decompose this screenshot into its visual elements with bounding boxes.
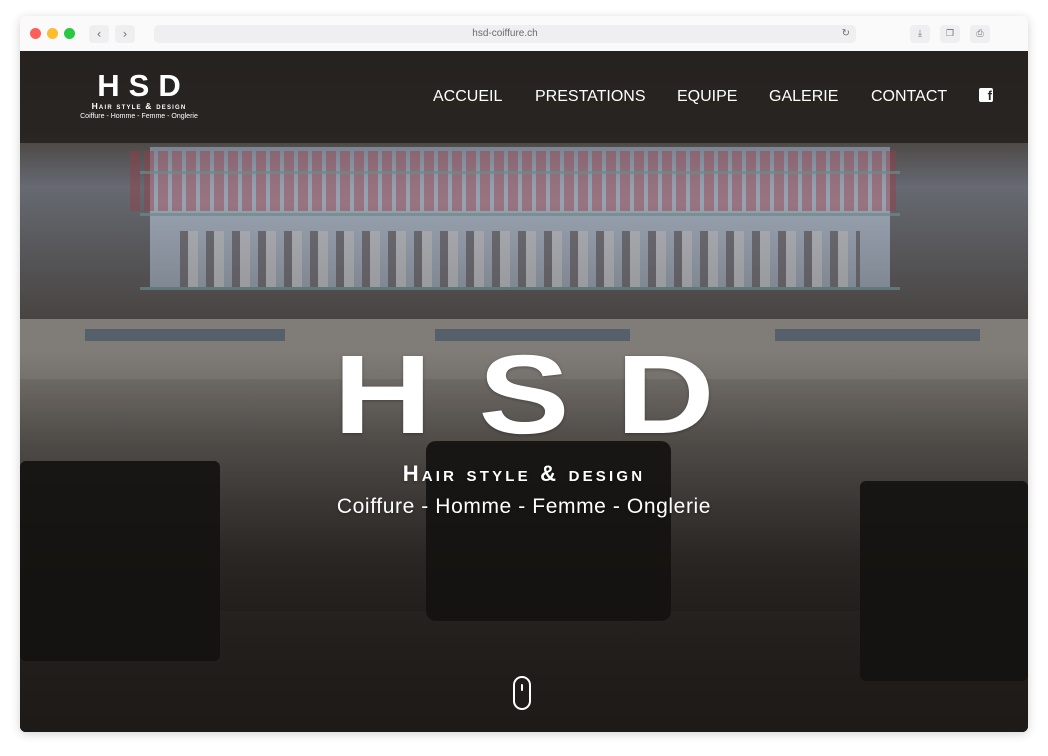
minimize-window-button[interactable] [47,28,58,39]
download-icon[interactable]: ⤓ [910,25,930,43]
browser-toolbar: ‹ › hsd-coiffure.ch ↻ ⤓ ❐ ⎙ [20,16,1028,52]
copy-icon[interactable]: ❐ [940,25,960,43]
url-text: hsd-coiffure.ch [472,28,538,39]
facebook-icon[interactable]: f [979,88,993,103]
back-button[interactable]: ‹ [89,25,109,43]
address-bar[interactable]: hsd-coiffure.ch ↻ [154,25,856,43]
chevron-left-icon: ‹ [96,27,102,41]
hero-section: HSD Hair style & design Coiffure - Homme… [20,332,1028,519]
hero-subtitle: Hair style & design [402,461,646,486]
web-page: HSD Hair style & design Coiffure - Homme… [20,51,1028,732]
product-bottles [180,231,860,287]
nav-galerie[interactable]: GALERIE [769,87,838,107]
mouse-wheel [521,684,523,691]
nav-accueil[interactable]: ACCUEIL [433,87,502,107]
reload-icon[interactable]: ↻ [842,25,850,43]
main-nav: ACCUEIL PRESTATIONS EQUIPE GALERIE CONTA… [20,87,1028,107]
product-jars [130,151,900,211]
facebook-glyph: f [987,88,992,103]
shelf [140,171,900,174]
site-header: HSD Hair style & design Coiffure - Homme… [20,51,1028,143]
close-window-button[interactable] [30,28,41,39]
sink [775,329,980,341]
mouse-scroll-icon[interactable] [513,676,531,710]
sink [85,329,285,341]
shelf [140,287,900,290]
print-icon[interactable]: ⎙ [970,25,990,43]
hero-tagline: Coiffure - Homme - Femme - Onglerie [336,495,712,518]
nav-prestations[interactable]: PRESTATIONS [535,87,646,107]
nav-equipe[interactable]: EQUIPE [677,87,737,107]
chevron-right-icon: › [122,27,128,41]
logo-tagline: Coiffure - Homme - Femme - Onglerie [80,113,198,120]
shelf [140,213,900,216]
hero-title: HSD [333,332,761,457]
forward-button[interactable]: › [115,25,135,43]
maximize-window-button[interactable] [64,28,75,39]
browser-window: ‹ › hsd-coiffure.ch ↻ ⤓ ❐ ⎙ HSD Hair sty… [20,16,1028,732]
nav-contact[interactable]: CONTACT [871,87,947,107]
